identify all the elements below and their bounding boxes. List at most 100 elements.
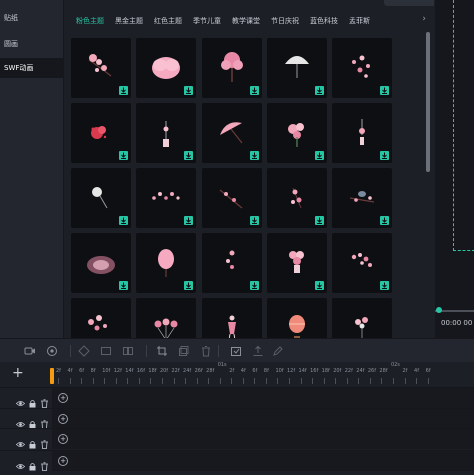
download-icon[interactable] (184, 216, 194, 225)
asset-tile-floral-spray[interactable] (266, 168, 327, 228)
sakura-cluster-thumbnail (88, 315, 107, 331)
asset-tile-paper-umbrella[interactable] (266, 38, 327, 98)
voice-icon[interactable] (46, 345, 58, 357)
download-icon[interactable] (119, 86, 128, 95)
download-icon[interactable] (119, 216, 128, 225)
tab-pink-theme[interactable]: 粉色主题 (76, 16, 104, 26)
trim-icon[interactable] (156, 345, 168, 357)
download-icon[interactable] (249, 86, 259, 95)
tab-red-theme[interactable]: 红色主题 (154, 16, 182, 26)
timeline-track[interactable]: + (0, 428, 474, 449)
delete-icon[interactable] (200, 345, 212, 357)
tab-black-gold-theme[interactable]: 黑金主题 (115, 16, 143, 26)
asset-tile-pink-cloud[interactable] (136, 38, 197, 98)
asset-tile-hot-air-balloon[interactable] (266, 298, 327, 338)
asset-tile-hanging-charm[interactable] (332, 103, 393, 163)
record-icon[interactable] (24, 345, 36, 357)
asset-tile-red-flower[interactable] (71, 103, 131, 163)
sidebar-item-swf-animation[interactable]: SWF动画 (0, 58, 63, 78)
asset-tile-wind-chime[interactable] (136, 103, 197, 163)
crop-icon[interactable] (100, 345, 112, 357)
asset-tile-bird-on-branch[interactable] (332, 168, 393, 228)
timeline-ruler[interactable]: 2f 4f 6f 8f 10f 12f 14f 16f 18f 20f 22f 24f 26f 28f 01… (50, 362, 474, 386)
download-icon[interactable] (314, 216, 324, 225)
preview-progress-knob[interactable] (436, 307, 442, 313)
playhead[interactable] (50, 368, 54, 384)
asset-tile-dancer-girl[interactable] (201, 298, 262, 338)
asset-tile-flower-bouquet[interactable] (266, 103, 327, 163)
download-icon[interactable] (249, 281, 259, 290)
asset-tile-pink-umbrella[interactable] (201, 103, 262, 163)
add-track-button[interactable]: + (12, 366, 24, 380)
tab-classroom[interactable]: 教学课堂 (232, 16, 260, 26)
download-icon[interactable] (184, 281, 194, 290)
download-icon[interactable] (380, 281, 390, 290)
download-icon[interactable] (314, 281, 324, 290)
trash-icon[interactable] (40, 434, 49, 449)
asset-tile-cherry-branch[interactable] (71, 38, 131, 98)
timeline-track[interactable]: + (0, 408, 474, 429)
eye-icon[interactable] (15, 414, 26, 427)
track-lane[interactable]: + (52, 451, 474, 471)
copy-icon[interactable] (178, 345, 190, 357)
eye-icon[interactable] (15, 434, 26, 447)
download-icon[interactable] (380, 151, 390, 160)
sidebar-item-drawings[interactable]: 圆画 (0, 34, 63, 54)
asset-tile-small-blossoms[interactable] (201, 233, 262, 293)
download-icon[interactable] (314, 151, 324, 160)
download-icon[interactable] (184, 151, 194, 160)
trash-icon[interactable] (40, 393, 49, 408)
asset-tile-petal-scatter[interactable] (332, 38, 393, 98)
track-lane[interactable]: + (52, 409, 474, 429)
asset-tile-blossom-scatter[interactable] (136, 168, 197, 228)
asset-tile-blossom-twig[interactable] (201, 168, 262, 228)
tab-blue-tech[interactable]: 蓝色科技 (310, 16, 338, 26)
track-lane[interactable]: + (52, 388, 474, 408)
download-icon[interactable] (380, 86, 390, 95)
asset-tile-pink-balloons[interactable] (136, 298, 197, 338)
add-clip-button[interactable]: + (58, 414, 68, 424)
download-icon[interactable] (249, 151, 259, 160)
add-clip-button[interactable]: + (58, 434, 68, 444)
eye-icon[interactable] (15, 393, 26, 406)
split-icon[interactable] (122, 345, 134, 357)
download-icon[interactable] (184, 86, 194, 95)
chevron-right-icon[interactable]: › (422, 14, 426, 24)
pink-balloons-thumbnail (154, 318, 178, 338)
edit-icon[interactable] (272, 345, 284, 357)
asset-tile-sakura-cluster[interactable] (71, 298, 131, 338)
scrollbar-thumb[interactable] (426, 32, 430, 172)
asset-tile-blossom-cluster[interactable] (332, 233, 393, 293)
asset-tile-pink-tree[interactable] (136, 233, 197, 293)
timeline-track[interactable]: + (0, 387, 474, 408)
crop-frame-icon[interactable] (78, 345, 90, 357)
trash-icon[interactable] (40, 414, 49, 429)
export-icon[interactable] (252, 345, 264, 357)
tab-memphis[interactable]: 孟菲斯 (349, 16, 370, 26)
snapshot-icon[interactable] (230, 345, 242, 357)
sidebar-item-stickers[interactable]: 贴纸 (0, 8, 63, 28)
tab-holidays[interactable]: 节日庆祝 (271, 16, 299, 26)
trash-icon[interactable] (40, 456, 49, 471)
track-lane[interactable]: + (52, 429, 474, 449)
download-icon[interactable] (119, 151, 128, 160)
asset-tile-blossom-tree[interactable] (201, 38, 262, 98)
download-icon[interactable] (249, 216, 259, 225)
lock-icon[interactable] (28, 393, 37, 408)
timeline-track[interactable]: + (0, 450, 474, 471)
asset-tile-pink-glow[interactable] (71, 233, 131, 293)
add-clip-button[interactable]: + (58, 393, 68, 403)
download-icon[interactable] (314, 86, 324, 95)
add-clip-button[interactable]: + (58, 456, 68, 466)
lock-icon[interactable] (28, 456, 37, 471)
search-bar[interactable] (384, 0, 434, 6)
tab-seasons-children[interactable]: 季节儿童 (193, 16, 221, 26)
lock-icon[interactable] (28, 434, 37, 449)
asset-tile-round-fan[interactable] (71, 168, 131, 228)
eye-icon[interactable] (15, 456, 26, 469)
download-icon[interactable] (380, 216, 390, 225)
download-icon[interactable] (119, 281, 128, 290)
asset-tile-heart-balloons[interactable] (332, 298, 393, 338)
asset-tile-flower-vase[interactable] (266, 233, 327, 293)
lock-icon[interactable] (28, 414, 37, 429)
